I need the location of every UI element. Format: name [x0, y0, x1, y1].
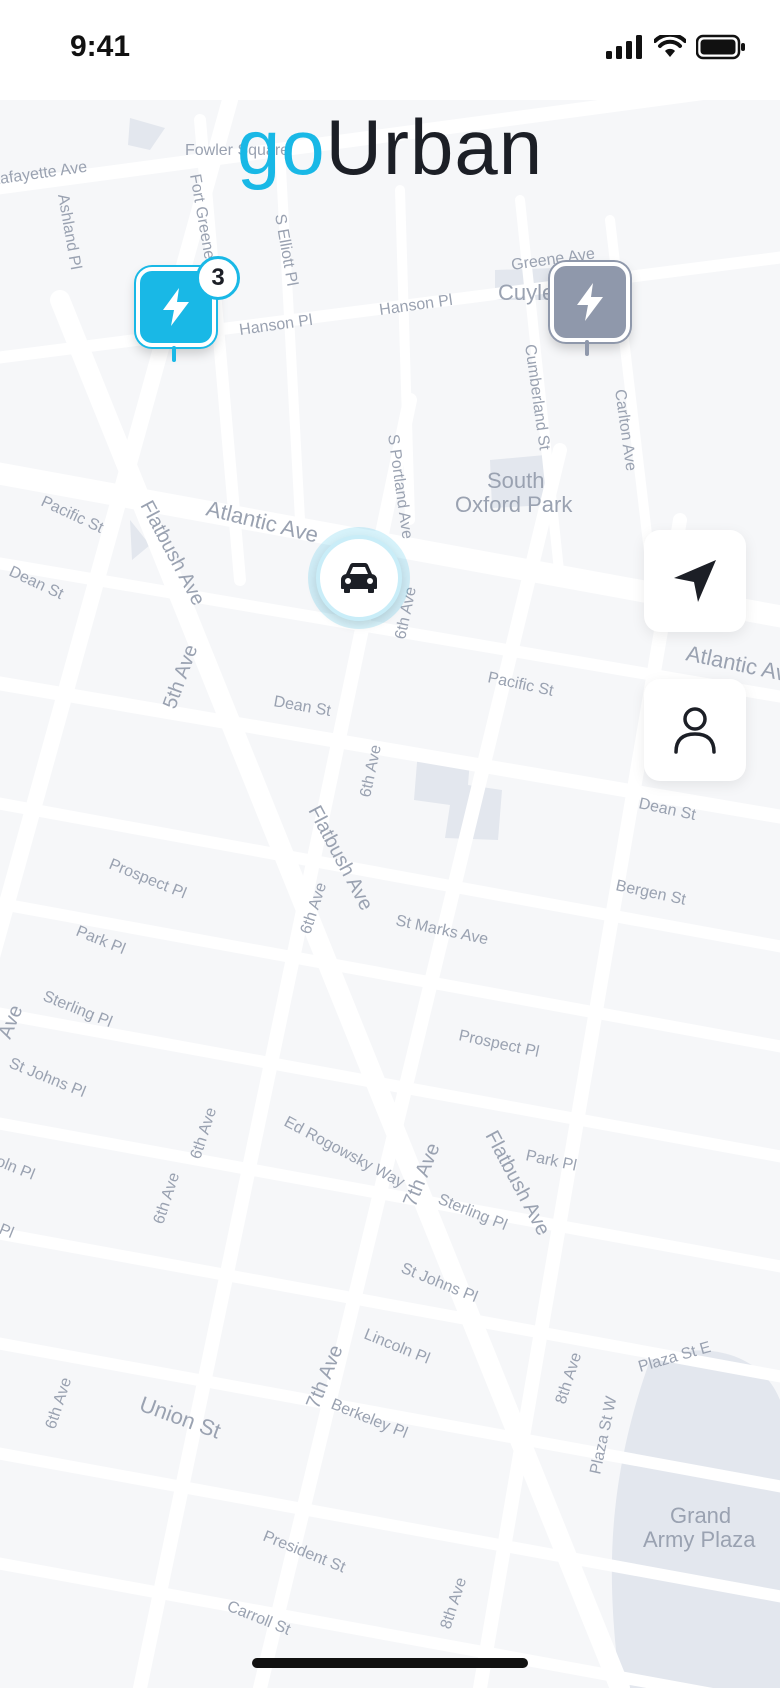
- charging-station-marker-unavailable[interactable]: [550, 262, 630, 342]
- map-label: Army Plaza: [643, 1527, 756, 1552]
- car-marker-inner: [316, 535, 402, 621]
- profile-button[interactable]: [644, 679, 746, 781]
- wifi-icon: [654, 35, 686, 57]
- car-location-marker[interactable]: [308, 527, 410, 629]
- lightning-icon: [163, 288, 189, 326]
- user-icon: [674, 707, 716, 754]
- signal-icon: [606, 35, 642, 59]
- station-count-badge: 3: [196, 256, 240, 300]
- app-screen: Fowler Square Lafayette Ave Fort Greene …: [0, 0, 780, 1688]
- car-icon: [341, 563, 377, 593]
- marker-pin: [585, 340, 589, 356]
- map-label: Oxford Park: [455, 492, 573, 517]
- logo-go: go: [236, 102, 326, 191]
- app-logo: go Urban: [0, 92, 780, 202]
- map-label: Grand: [670, 1503, 731, 1528]
- navigation-arrow-icon: [674, 560, 716, 602]
- map[interactable]: Fowler Square Lafayette Ave Fort Greene …: [0, 0, 780, 1688]
- locate-me-button[interactable]: [644, 530, 746, 632]
- home-indicator[interactable]: [252, 1658, 528, 1668]
- map-label: South: [487, 468, 545, 493]
- battery-icon: [696, 34, 745, 60]
- status-time: 9:41: [70, 30, 131, 63]
- status-bar: 9:41: [0, 0, 780, 100]
- marker-pin: [172, 346, 176, 362]
- logo-urban: Urban: [325, 102, 544, 191]
- status-icons: [606, 34, 746, 60]
- lightning-icon: [577, 283, 603, 321]
